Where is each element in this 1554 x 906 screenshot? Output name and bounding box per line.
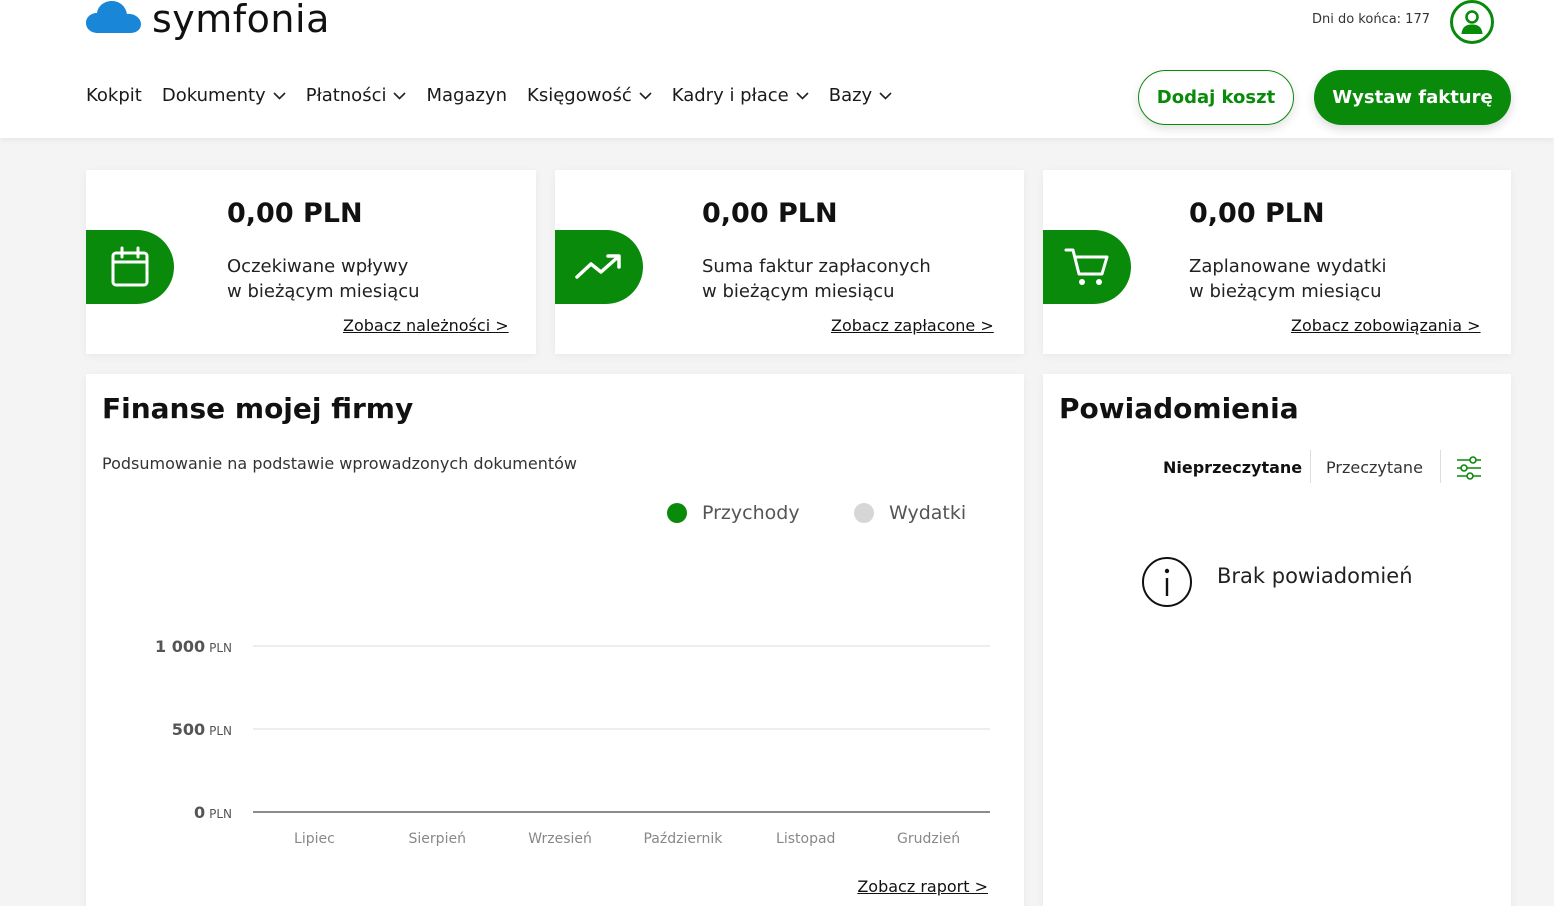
card-description-line: w bieżącym miesiącu [227, 281, 420, 302]
x-tick-label: Październik [643, 831, 723, 847]
user-account-button[interactable] [1450, 0, 1494, 44]
x-tick-label: Lipiec [294, 831, 335, 847]
finance-chart: 1 000 PLN 500 PLN 0 PLN Lipiec Sierpień Wrzesień… [155, 637, 990, 847]
info-icon [1142, 557, 1192, 607]
tab-unread[interactable]: Nieprzeczytane [1163, 458, 1302, 477]
y-tick-label: 1 000 PLN [155, 637, 232, 656]
see-report-link[interactable]: Zobacz raport > [857, 877, 988, 896]
notifications-panel: Powiadomienia Nieprzeczytane Przeczytane… [1043, 374, 1511, 906]
nav-item-bazy[interactable]: Bazy [829, 82, 892, 110]
trend-up-icon [575, 254, 621, 279]
card-icon-badge [86, 230, 174, 304]
chevron-down-icon [879, 92, 892, 100]
card-description: Suma faktur zapłaconych w bieżącym miesi… [702, 254, 931, 304]
y-tick-unit: PLN [209, 724, 232, 738]
nav-item-label: Płatności [305, 85, 387, 106]
notification-tabs: Nieprzeczytane Przeczytane [1043, 450, 1511, 484]
tab-read[interactable]: Przeczytane [1326, 458, 1423, 477]
card-description-line: Suma faktur zapłaconych [702, 256, 931, 277]
tab-divider [1440, 450, 1441, 483]
finance-panel: Finanse mojej firmy Podsumowanie na pods… [86, 374, 1024, 906]
y-tick-value: 1 000 [155, 637, 205, 656]
y-tick-label: 500 PLN [172, 720, 232, 739]
card-icon-badge [555, 230, 643, 304]
notifications-title: Powiadomienia [1059, 392, 1299, 425]
symfonia-logo[interactable]: symfonia [86, 0, 330, 44]
nav-item-kadry-i-place[interactable]: Kadry i płace [672, 82, 809, 110]
y-tick-label: 0 PLN [194, 803, 232, 822]
calendar-icon [111, 246, 149, 287]
card-description: Zaplanowane wydatki w bieżącym miesiącu [1189, 254, 1387, 304]
paid-invoices-card: 0,00 PLN Suma faktur zapłaconych w bieżą… [555, 170, 1024, 354]
cart-icon [1064, 248, 1109, 285]
chevron-down-icon [393, 92, 407, 100]
nav-item-label: Księgowość [527, 85, 632, 106]
nav-item-label: Bazy [828, 85, 873, 106]
nav-item-label: Dokumenty [161, 85, 266, 106]
card-amount: 0,00 PLN [227, 198, 363, 229]
cloud-logo-icon [86, 1, 141, 33]
chevron-down-icon [639, 92, 652, 100]
x-tick-label: Grudzień [897, 831, 960, 847]
y-tick-unit: PLN [209, 807, 232, 821]
nav-item-ksiegowosc[interactable]: Księgowość [527, 82, 652, 110]
card-description-line: Zaplanowane wydatki [1189, 256, 1387, 277]
y-tick-unit: PLN [209, 641, 232, 655]
filter-settings-icon[interactable] [1455, 454, 1483, 482]
card-amount: 0,00 PLN [702, 198, 838, 229]
planned-expenses-card: 0,00 PLN Zaplanowane wydatki w bieżącym … [1043, 170, 1511, 354]
card-description: Oczekiwane wpływy w bieżącym miesiącu [227, 254, 420, 304]
trial-days-left: Dni do końca: 177 [1311, 12, 1430, 27]
nav-item-label: Magazyn [426, 85, 508, 106]
no-notifications-text: Brak powiadomień [1217, 564, 1413, 588]
nav-item-dokumenty[interactable]: Dokumenty [162, 82, 286, 110]
card-icon-badge [1043, 230, 1131, 304]
see-receivables-link[interactable]: Zobacz należności > [343, 316, 509, 335]
issue-invoice-button[interactable]: Wystaw fakturę [1314, 70, 1511, 125]
y-tick-value: 0 [194, 803, 205, 822]
card-amount: 0,00 PLN [1189, 198, 1325, 229]
add-cost-button[interactable]: Dodaj koszt [1138, 70, 1294, 125]
x-tick-label: Wrzesień [528, 831, 592, 847]
y-tick-value: 500 [172, 720, 205, 739]
x-tick-label: Sierpień [409, 831, 466, 847]
nav-item-magazyn[interactable]: Magazyn [426, 82, 507, 110]
logo-wordmark: symfonia [152, 0, 330, 41]
card-description-line: w bieżącym miesiącu [702, 281, 895, 302]
tab-divider [1310, 450, 1311, 483]
card-description-line: Oczekiwane wpływy [227, 256, 409, 277]
nav-item-platnosci[interactable]: Płatności [306, 82, 407, 110]
user-icon [1461, 10, 1483, 34]
nav-item-kokpit[interactable]: Kokpit [86, 82, 142, 110]
card-description-line: w bieżącym miesiącu [1189, 281, 1382, 302]
chevron-down-icon [796, 92, 809, 100]
see-liabilities-link[interactable]: Zobacz zobowiązania > [1291, 316, 1481, 335]
main-nav: Kokpit Dokumenty Płatności Magazyn Księgowoś… [86, 82, 912, 110]
x-tick-label: Listopad [776, 831, 835, 847]
see-paid-link[interactable]: Zobacz zapłacone > [831, 316, 994, 335]
nav-item-label: Kokpit [86, 85, 142, 106]
expected-income-card: 0,00 PLN Oczekiwane wpływy w bieżącym mi… [86, 170, 536, 354]
chevron-down-icon [273, 92, 286, 100]
nav-item-label: Kadry i płace [671, 85, 789, 106]
top-header: symfonia Dni do końca: 177 Kokpit Dokumen… [0, 0, 1554, 138]
